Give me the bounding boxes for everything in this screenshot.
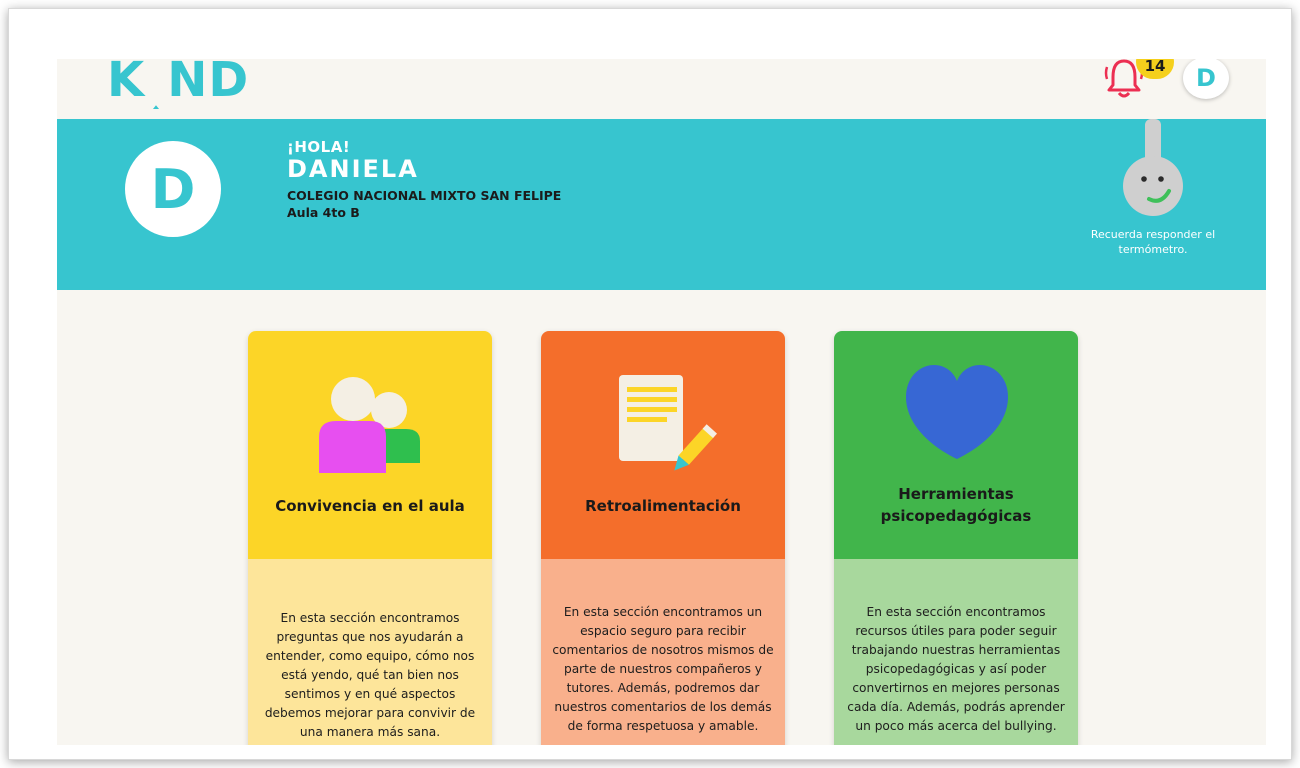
thermometer-button[interactable]: [1119, 119, 1187, 219]
card-convivencia-title: Convivencia en el aula: [275, 497, 465, 515]
profile-avatar: D: [125, 141, 221, 237]
card-herramientas-title: Herramientas psicopedagógicas: [880, 485, 1032, 525]
card-herramientas-header: Herramientas psicopedagógicas: [834, 331, 1078, 559]
card-convivencia[interactable]: Convivencia en el aula En esta sección e…: [248, 331, 492, 745]
welcome-banner: D ¡HOLA! DANIELA COLEGIO NACIONAL MIXTO …: [57, 119, 1266, 290]
card-retroalimentacion-body: En esta sección encontramos un espacio s…: [541, 559, 785, 745]
card-retroalimentacion[interactable]: Retroalimentación En esta sección encont…: [541, 331, 785, 745]
card-herramientas[interactable]: Herramientas psicopedagógicas En esta se…: [834, 331, 1078, 745]
notifications-button[interactable]: 14: [1104, 59, 1174, 101]
document-pencil-icon: [619, 375, 717, 471]
card-retroalimentacion-title: Retroalimentación: [585, 497, 741, 515]
card-retroalimentacion-description: En esta sección encontramos un espacio s…: [552, 605, 774, 733]
browser-frame: K ND 14 D D ¡HOLA! DANIELA COLEGIO NACIO…: [8, 8, 1292, 760]
heart-icon: [906, 365, 1008, 459]
top-bar: K ND 14 D: [57, 59, 1266, 119]
logo-letter-d: D: [208, 59, 250, 108]
app-viewport: K ND 14 D D ¡HOLA! DANIELA COLEGIO NACIO…: [57, 59, 1266, 745]
thermometer-icon: [1123, 119, 1183, 216]
card-convivencia-body: En esta sección encontramos preguntas qu…: [248, 559, 492, 745]
student-name: DANIELA: [287, 155, 419, 183]
card-retroalimentacion-header: Retroalimentación: [541, 331, 785, 559]
thermometer-reminder: Recuerda responder el termómetro.: [1090, 228, 1216, 256]
kind-logo[interactable]: K ND: [107, 59, 249, 109]
card-convivencia-header: Convivencia en el aula: [248, 331, 492, 559]
people-icon: [319, 377, 420, 473]
card-herramientas-description: En esta sección encontramos recursos úti…: [847, 605, 1065, 733]
classroom-label: Aula 4to B: [287, 205, 360, 220]
logo-letter-k: K: [107, 59, 146, 108]
school-name: COLEGIO NACIONAL MIXTO SAN FELIPE: [287, 188, 562, 203]
card-convivencia-description: En esta sección encontramos preguntas qu…: [264, 611, 476, 739]
greeting: ¡HOLA!: [287, 138, 351, 156]
card-herramientas-body: En esta sección encontramos recursos úti…: [834, 559, 1078, 745]
welcome-text: ¡HOLA! DANIELA COLEGIO NACIONAL MIXTO SA…: [287, 139, 561, 221]
user-avatar-button[interactable]: D: [1183, 59, 1229, 99]
logo-arrow-icon: [153, 105, 160, 109]
logo-letter-n: N: [167, 59, 209, 108]
